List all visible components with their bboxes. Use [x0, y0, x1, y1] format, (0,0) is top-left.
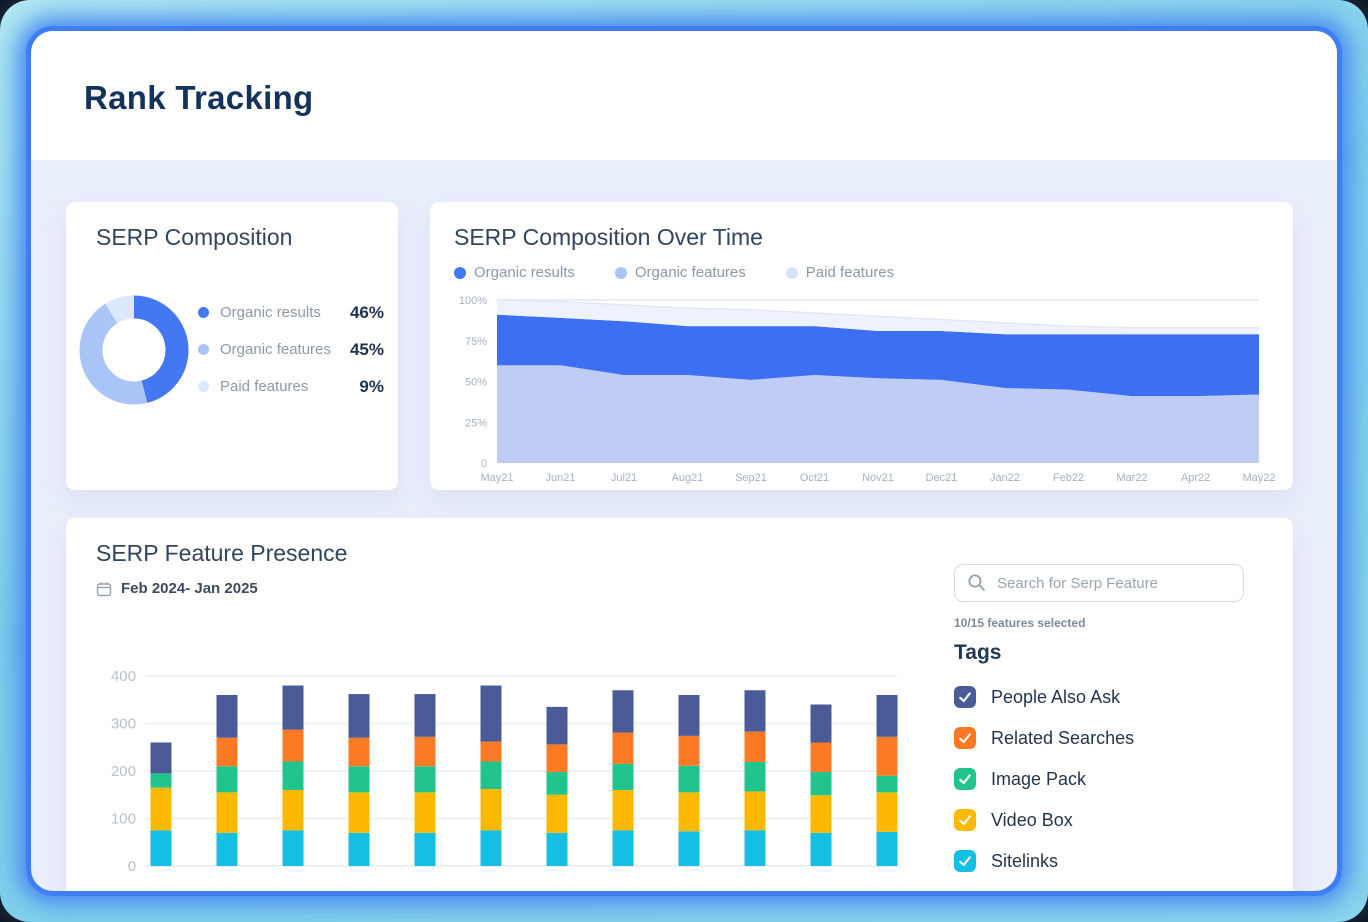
checkbox-sitelinks[interactable] [954, 850, 976, 872]
tag-label: Sitelinks [991, 851, 1058, 872]
serp-composition-title: SERP Composition [96, 224, 292, 251]
legend-label: Paid features [806, 264, 894, 281]
serp-over-time-title: SERP Composition Over Time [454, 224, 763, 251]
tag-sitelinks[interactable]: Sitelinks [954, 850, 1058, 872]
page-header: Rank Tracking [31, 31, 1337, 160]
tag-related-searches[interactable]: Related Searches [954, 727, 1134, 749]
check-icon [957, 771, 973, 787]
serp-feature-presence-title: SERP Feature Presence [96, 540, 347, 567]
tag-image-pack[interactable]: Image Pack [954, 768, 1086, 790]
organic-results-dot-icon [454, 267, 466, 279]
checkbox-image-pack[interactable] [954, 768, 976, 790]
legend-item-organic-results: Organic results [454, 264, 575, 281]
legend-value: 46% [350, 303, 384, 323]
search-input[interactable] [954, 564, 1244, 602]
checkbox-video-box[interactable] [954, 809, 976, 831]
page-title: Rank Tracking [84, 79, 314, 117]
features-selected-summary: 10/15 features selected [954, 616, 1085, 630]
serp-composition-donut-chart [76, 292, 192, 408]
legend-label: Organic features [220, 341, 350, 358]
legend-label: Organic results [220, 304, 350, 321]
serp-composition-legend: Organic results 46% Organic features 45%… [198, 294, 384, 405]
legend-item-organic-results: Organic results 46% [198, 294, 384, 331]
tag-people-also-ask[interactable]: People Also Ask [954, 686, 1120, 708]
paid-features-dot-icon [198, 381, 209, 392]
legend-value: 9% [359, 377, 384, 397]
svg-text:Aug21: Aug21 [672, 472, 704, 484]
svg-text:50%: 50% [465, 377, 487, 389]
svg-text:25%: 25% [465, 417, 487, 429]
date-range[interactable]: Feb 2024- Jan 2025 [96, 580, 258, 597]
svg-text:Jun21: Jun21 [546, 472, 576, 484]
svg-text:May22: May22 [1242, 472, 1275, 484]
svg-text:Feb22: Feb22 [1053, 472, 1084, 484]
organic-results-dot-icon [198, 307, 209, 318]
serp-over-time-area-chart: 100% 75% 50% 25% 0 May21 Jun21 Jul21 Aug21 Sep21 O… [430, 282, 1293, 490]
svg-text:0: 0 [128, 858, 136, 875]
svg-text:200: 200 [111, 763, 136, 780]
svg-text:75%: 75% [465, 336, 487, 348]
check-icon [957, 853, 973, 869]
check-icon [957, 689, 973, 705]
checkbox-related-searches[interactable] [954, 727, 976, 749]
svg-text:Jan22: Jan22 [990, 472, 1020, 484]
svg-text:Mar22: Mar22 [1116, 472, 1147, 484]
check-icon [957, 812, 973, 828]
legend-label: Organic features [635, 264, 746, 281]
svg-text:100: 100 [111, 811, 136, 828]
svg-text:100%: 100% [459, 295, 487, 307]
svg-text:Sep21: Sep21 [735, 472, 767, 484]
calendar-icon [96, 581, 112, 597]
app-window: Rank Tracking SERP Composition Organic r… [31, 31, 1337, 891]
legend-item-paid-features: Paid features [786, 264, 894, 281]
svg-text:May21: May21 [480, 472, 513, 484]
serp-over-time-card: SERP Composition Over Time Organic resul… [430, 202, 1293, 490]
legend-value: 45% [350, 340, 384, 360]
organic-features-dot-icon [615, 267, 627, 279]
checkbox-people-also-ask[interactable] [954, 686, 976, 708]
svg-text:300: 300 [111, 716, 136, 733]
svg-text:Dec21: Dec21 [926, 472, 958, 484]
legend-item-organic-features: Organic features 45% [198, 331, 384, 368]
svg-text:Apr22: Apr22 [1181, 472, 1210, 484]
tags-heading: Tags [954, 641, 1001, 665]
tag-label: People Also Ask [991, 687, 1120, 708]
legend-label: Organic results [474, 264, 575, 281]
svg-text:Oct21: Oct21 [800, 472, 829, 484]
svg-text:0: 0 [481, 458, 487, 470]
tag-video-box[interactable]: Video Box [954, 809, 1073, 831]
paid-features-dot-icon [786, 267, 798, 279]
serp-over-time-legend: Organic results Organic features Paid fe… [454, 264, 894, 281]
legend-item-paid-features: Paid features 9% [198, 368, 384, 405]
organic-features-dot-icon [198, 344, 209, 355]
tag-label: Video Box [991, 810, 1073, 831]
tag-label: Related Searches [991, 728, 1134, 749]
svg-text:400: 400 [111, 668, 136, 685]
serp-composition-card: SERP Composition Organic results 46% Org… [66, 202, 398, 490]
svg-text:Jul21: Jul21 [611, 472, 637, 484]
svg-text:Nov21: Nov21 [862, 472, 894, 484]
serp-feature-search [954, 564, 1244, 602]
tag-label: Image Pack [991, 769, 1086, 790]
window-frame: Rank Tracking SERP Composition Organic r… [0, 0, 1368, 922]
search-icon [967, 573, 987, 593]
legend-item-organic-features: Organic features [615, 264, 746, 281]
date-range-text: Feb 2024- Jan 2025 [121, 580, 258, 597]
check-icon [957, 730, 973, 746]
serp-feature-presence-bar-chart: 400 300 200 100 0 [96, 658, 976, 888]
serp-feature-presence-card: SERP Feature Presence Feb 2024- Jan 2025… [66, 518, 1293, 891]
legend-label: Paid features [220, 378, 359, 395]
